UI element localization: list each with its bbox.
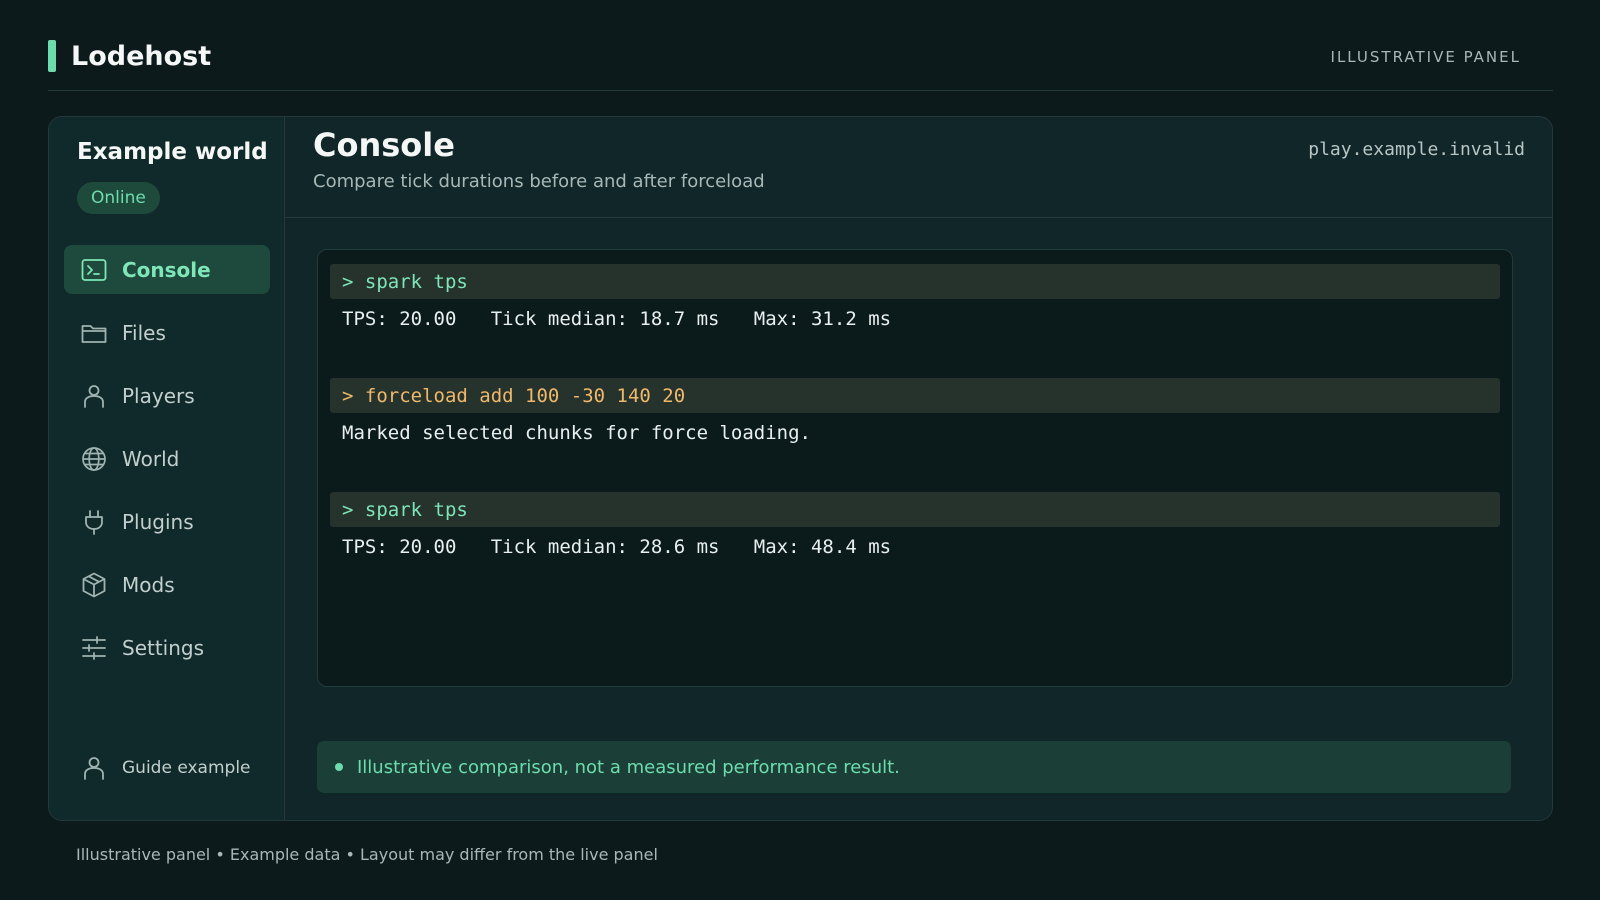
console-output-line: TPS: 20.00 Tick median: 28.6 ms Max: 48.… bbox=[342, 536, 892, 558]
sidebar-nav: Console Files Players World Plugins Mods… bbox=[64, 245, 270, 686]
sidebar-item-label: Files bbox=[122, 320, 166, 345]
sidebar-item-label: Mods bbox=[122, 572, 175, 597]
page-subtitle: Compare tick durations before and after … bbox=[313, 171, 765, 192]
console-output-line: TPS: 20.00 Tick median: 18.7 ms Max: 31.… bbox=[342, 308, 892, 330]
content-header: Console Compare tick durations before an… bbox=[285, 117, 1552, 218]
sidebar-item-label: Settings bbox=[122, 635, 205, 660]
sidebar-item-label: World bbox=[122, 446, 180, 471]
notice-text: Illustrative comparison, not a measured … bbox=[357, 756, 900, 778]
page-title: Console bbox=[313, 126, 455, 164]
sidebar-item-settings[interactable]: Settings bbox=[64, 623, 270, 672]
globe-icon bbox=[80, 445, 108, 473]
world-title: Example world bbox=[77, 139, 268, 165]
brand-logo-mark bbox=[48, 40, 56, 72]
server-address[interactable]: play.example.invalid bbox=[1308, 139, 1525, 160]
folder-icon bbox=[80, 319, 108, 347]
sidebar-item-players[interactable]: Players bbox=[64, 371, 270, 420]
person-icon bbox=[80, 382, 108, 410]
sidebar-user-label: Guide example bbox=[122, 758, 251, 778]
top-label: ILLUSTRATIVE PANEL bbox=[1330, 48, 1521, 66]
console-command: > spark tps bbox=[330, 492, 1500, 527]
info-notice: Illustrative comparison, not a measured … bbox=[317, 741, 1511, 793]
top-bar: Lodehost ILLUSTRATIVE PANEL bbox=[48, 30, 1553, 91]
sidebar-item-label: Players bbox=[122, 383, 195, 408]
sidebar-user[interactable]: Guide example bbox=[80, 754, 251, 782]
sidebar: Example world Online Console Files Playe… bbox=[49, 117, 285, 820]
user-icon bbox=[80, 754, 108, 782]
main-content: Console Compare tick durations before an… bbox=[285, 117, 1552, 820]
sidebar-item-plugins[interactable]: Plugins bbox=[64, 497, 270, 546]
brand[interactable]: Lodehost bbox=[48, 40, 211, 72]
status-badge: Online bbox=[77, 182, 160, 214]
sidebar-item-world[interactable]: World bbox=[64, 434, 270, 483]
terminal-icon bbox=[80, 256, 108, 284]
console-output[interactable]: > spark tps TPS: 20.00 Tick median: 18.7… bbox=[317, 249, 1513, 687]
footer-note: Illustrative panel • Example data • Layo… bbox=[76, 845, 658, 864]
sliders-icon bbox=[80, 634, 108, 662]
console-command: > spark tps bbox=[330, 264, 1500, 299]
sidebar-item-files[interactable]: Files bbox=[64, 308, 270, 357]
brand-name: Lodehost bbox=[71, 40, 212, 72]
sidebar-item-console[interactable]: Console bbox=[64, 245, 270, 294]
plug-icon bbox=[80, 508, 108, 536]
console-output-line: Marked selected chunks for force loading… bbox=[342, 422, 811, 444]
console-command: > forceload add 100 -30 140 20 bbox=[330, 378, 1500, 413]
sidebar-item-label: Plugins bbox=[122, 509, 194, 534]
box-icon bbox=[80, 571, 108, 599]
sidebar-item-label: Console bbox=[122, 257, 211, 282]
panel-card: Example world Online Console Files Playe… bbox=[48, 116, 1553, 821]
sidebar-item-mods[interactable]: Mods bbox=[64, 560, 270, 609]
status-dot-icon bbox=[335, 763, 343, 771]
